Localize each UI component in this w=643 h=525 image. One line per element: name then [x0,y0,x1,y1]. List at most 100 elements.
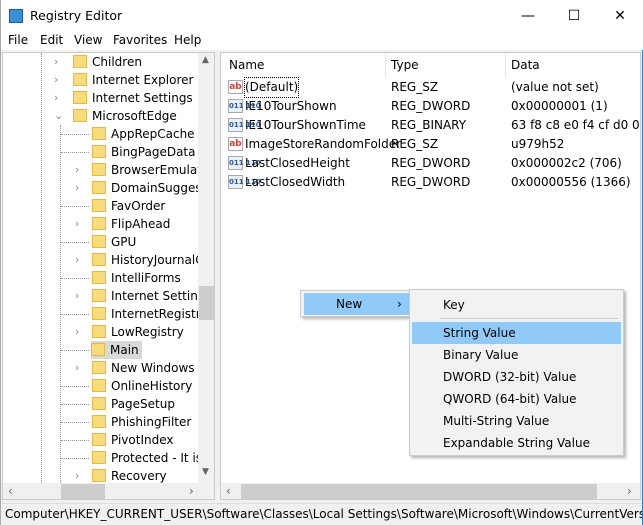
tree-node[interactable]: New Windows [92,359,198,377]
menu-edit[interactable]: Edit [40,33,63,47]
menu-file[interactable]: File [8,33,28,47]
tree-node-label: BingPageData [111,145,196,159]
tree-node[interactable]: BrowserEmulation [92,161,214,179]
tree-node[interactable]: LowRegistry [92,323,187,341]
tree-node[interactable]: HistoryJournalCertificate [92,251,214,269]
value-row[interactable]: 011 110 LastClosedWidth REG_DWORD 0x0000055… [221,173,631,192]
folder-icon [92,217,106,230]
scroll-thumb[interactable] [199,286,214,320]
scroll-left-arrow-icon[interactable]: ‹ [8,484,13,498]
tree-vertical-scrollbar[interactable]: ▲ ▼ [198,53,214,483]
tree-node[interactable]: PivotIndex [92,431,177,449]
column-header-type[interactable]: Type [391,58,419,72]
submenu-item-label: Multi-String Value [443,414,550,428]
chevron-right-icon[interactable]: › [54,91,58,104]
scroll-right-arrow-icon[interactable]: › [189,484,194,498]
chevron-right-icon[interactable]: › [75,163,79,176]
submenu-item[interactable]: String Value [412,322,621,344]
tree-node[interactable]: Internet Settings [92,287,214,305]
tree-node[interactable]: PageSetup [92,395,178,413]
submenu-item[interactable]: QWORD (64-bit) Value [412,388,621,410]
submenu-item-label: String Value [443,326,516,340]
folder-icon [92,145,106,158]
tree-node[interactable]: MicrosoftEdge [73,107,177,125]
scroll-down-arrow-icon[interactable]: ▼ [202,467,209,477]
tree-line [61,404,89,405]
tree-node[interactable]: PhishingFilter [92,413,194,431]
menu-item-new[interactable]: New › [304,293,410,315]
value-row[interactable]: ab ImageStoreRandomFolder REG_SZ u979h52 [221,135,621,154]
value-row[interactable]: 011 110 IE10TourShown REG_DWORD 0x00000001 … [221,97,621,116]
registry-tree[interactable]: Children › Internet Explorer › Internet Sett… [2,52,215,500]
tree-node[interactable]: AppRepCache [92,125,198,143]
tree-node[interactable]: GPU [92,233,139,251]
tree-node[interactable]: DomainSuggestion [92,179,214,197]
folder-icon [92,379,106,392]
minimize-button[interactable]: — [505,0,551,32]
close-button[interactable]: ✕ [597,0,643,32]
scroll-left-arrow-icon[interactable]: ‹ [226,484,231,498]
column-header-name[interactable]: Name [229,58,264,72]
submenu-item[interactable]: Expandable String Value [412,432,621,454]
chevron-right-icon[interactable]: › [75,325,79,338]
folder-icon [73,91,87,104]
value-row[interactable]: 011 110 LastClosedHeight REG_DWORD 0x000002… [221,154,622,173]
folder-icon [92,469,106,482]
menu-view[interactable]: View [74,33,102,47]
chevron-right-icon[interactable]: › [75,289,79,302]
tree-node[interactable]: Children [73,53,142,71]
menu-favorites[interactable]: Favorites [113,33,167,47]
value-name: LastClosedHeight [245,156,350,170]
menu-item-new-label: New [336,297,363,311]
value-row[interactable]: 011 110 IE10TourShownTime REG_BINARY 63 f8 … [221,116,640,135]
tree-line [61,152,89,153]
chevron-right-icon[interactable]: › [54,55,58,68]
tree-node-label: Recovery [111,469,167,483]
value-row[interactable]: ab (Default) REG_SZ (value not set) [221,77,621,98]
binary-value-icon: 011 110 [228,118,261,132]
tree-line [61,440,89,441]
menu-help[interactable]: Help [174,33,201,47]
submenu-item[interactable]: Binary Value [412,344,621,366]
folder-icon [92,397,106,410]
submenu-item[interactable]: Multi-String Value [412,410,621,432]
tree-node[interactable]: Protected - It is a [92,449,214,467]
binary-value-icon: 011 110 [228,175,261,189]
string-value-icon: ab [228,80,243,94]
folder-icon [92,433,106,446]
tree-node[interactable]: Internet Settings [73,89,193,107]
value-type: REG_SZ [391,137,439,151]
chevron-right-icon[interactable]: › [75,361,79,374]
registry-editor-window: Registry Editor — ☐ ✕ File Edit View Fav… [0,0,643,525]
tree-node[interactable]: IntelliForms [92,269,184,287]
scroll-right-arrow-icon[interactable]: › [627,484,632,498]
tree-line [61,242,89,243]
tree-node[interactable]: BingPageData [92,143,199,161]
binary-value-icon: 011 110 [228,156,261,170]
submenu-item[interactable]: DWORD (32-bit) Value [412,366,621,388]
submenu-arrow-icon: › [397,297,402,311]
column-header-data[interactable]: Data [511,58,540,72]
tree-node[interactable]: OnlineHistory [92,377,195,395]
folder-icon [92,181,106,194]
scroll-up-arrow-icon[interactable]: ▲ [202,55,209,65]
scroll-thumb[interactable] [61,484,105,499]
submenu-item-label: Binary Value [443,348,519,362]
folder-icon [73,55,87,68]
tree-node[interactable]: InternetRegistry [92,305,211,323]
chevron-right-icon[interactable]: › [75,181,79,194]
chevron-right-icon[interactable]: › [75,253,79,266]
tree-node[interactable]: FavOrder [92,197,168,215]
chevron-down-icon[interactable]: ⌄ [54,109,63,122]
list-horizontal-scrollbar[interactable]: ‹ › [221,483,640,499]
chevron-right-icon[interactable]: › [75,217,79,230]
chevron-right-icon[interactable]: › [54,73,58,86]
maximize-button[interactable]: ☐ [551,0,597,32]
submenu-item[interactable]: Key [412,294,621,316]
tree-horizontal-scrollbar[interactable]: ‹ › [3,483,214,499]
tree-node[interactable]: Internet Explorer [73,71,193,89]
tree-node[interactable]: FlipAhead [92,215,173,233]
scroll-thumb[interactable] [241,484,597,499]
chevron-right-icon[interactable]: › [75,469,79,482]
tree-node[interactable]: Main [91,341,142,359]
